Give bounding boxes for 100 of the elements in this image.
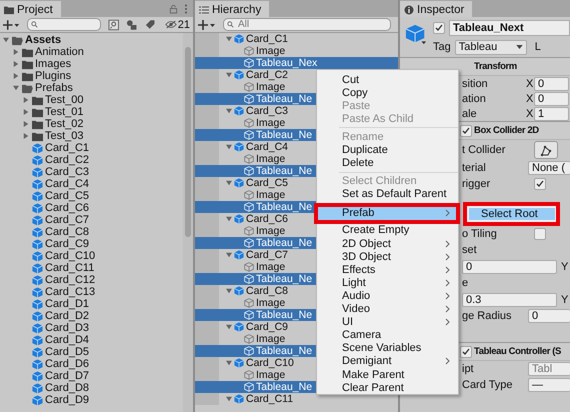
- cube-icon: [32, 382, 43, 394]
- expanded-arrow-icon[interactable]: [226, 360, 232, 366]
- project-item[interactable]: Animation: [0, 46, 183, 58]
- menu-item[interactable]: 3D Object: [317, 250, 458, 264]
- checkbox[interactable]: [534, 178, 546, 190]
- project-item[interactable]: Card_C8: [0, 226, 183, 238]
- collapsed-arrow-icon[interactable]: [13, 49, 19, 55]
- number-field[interactable]: 1: [534, 106, 569, 120]
- collapsed-arrow-icon[interactable]: [23, 121, 29, 127]
- expanded-arrow-icon[interactable]: [226, 216, 232, 222]
- search-field[interactable]: All: [223, 18, 391, 31]
- number-field[interactable]: 0: [534, 92, 569, 106]
- component-checkbox[interactable]: [460, 124, 472, 136]
- project-item[interactable]: Card_D8: [0, 382, 183, 394]
- expanded-arrow-icon[interactable]: [13, 85, 19, 91]
- value-field[interactable]: —: [528, 378, 570, 392]
- add-dropdown-icon[interactable]: [3, 20, 20, 30]
- scrollbar-thumb[interactable]: [185, 47, 191, 237]
- project-item[interactable]: Plugins: [0, 70, 183, 82]
- project-item[interactable]: Card_C7: [0, 214, 183, 226]
- project-item[interactable]: Card_C5: [0, 190, 183, 202]
- edit-collider-button[interactable]: [534, 141, 558, 159]
- number-field[interactable]: 0.3: [462, 292, 557, 306]
- project-item[interactable]: Card_C11: [0, 262, 183, 274]
- inspector-tab[interactable]: Inspector: [400, 1, 472, 17]
- hierarchy-item[interactable]: Card_C1: [195, 33, 398, 45]
- menu-item[interactable]: Set as Default Parent: [317, 188, 458, 201]
- project-item[interactable]: Test_02: [0, 118, 183, 130]
- active-checkbox[interactable]: [433, 22, 445, 34]
- search-field[interactable]: [27, 18, 101, 31]
- expanded-arrow-icon[interactable]: [226, 180, 232, 186]
- cube-icon: [32, 358, 43, 370]
- project-item[interactable]: Card_C9: [0, 238, 183, 250]
- project-item[interactable]: Card_C10: [0, 250, 183, 262]
- project-item[interactable]: Card_C2: [0, 154, 183, 166]
- expanded-arrow-icon[interactable]: [226, 36, 232, 42]
- checkbox[interactable]: [534, 228, 546, 240]
- menu-item[interactable]: Camera: [317, 328, 458, 342]
- project-item[interactable]: Card_C4: [0, 178, 183, 190]
- hierarchy-item[interactable]: Card_C11: [195, 393, 398, 405]
- menu-item[interactable]: Make Parent: [317, 368, 458, 382]
- cube-icon: [32, 394, 43, 406]
- value-field[interactable]: None (: [528, 161, 570, 175]
- project-item[interactable]: Card_D2: [0, 310, 183, 322]
- collapsed-arrow-icon[interactable]: [13, 73, 19, 79]
- project-item[interactable]: Test_00: [0, 94, 183, 106]
- menu-item[interactable]: Duplicate: [317, 143, 458, 157]
- cube-icon: [32, 334, 43, 346]
- folder-icon: [32, 130, 43, 142]
- cube-icon[interactable]: [405, 23, 427, 45]
- number-field[interactable]: 0: [462, 260, 557, 274]
- project-item[interactable]: Card_C1: [0, 142, 183, 154]
- search-window-icon[interactable]: [108, 18, 119, 30]
- expanded-arrow-icon[interactable]: [226, 252, 232, 258]
- name-field[interactable]: Tableau_Next: [449, 20, 570, 36]
- menu-item[interactable]: Create Empty: [317, 224, 458, 238]
- expanded-arrow-icon[interactable]: [226, 144, 232, 150]
- expanded-arrow-icon[interactable]: [226, 108, 232, 114]
- more-options-icon[interactable]: [184, 4, 188, 14]
- project-item[interactable]: Card_C3: [0, 166, 183, 178]
- project-item[interactable]: Card_D6: [0, 358, 183, 370]
- tag-dropdown[interactable]: Tableau: [454, 40, 527, 54]
- project-item[interactable]: Card_D4: [0, 334, 183, 346]
- project-item[interactable]: Card_D5: [0, 346, 183, 358]
- project-item[interactable]: Card_D3: [0, 322, 183, 334]
- cube-icon: [234, 106, 244, 116]
- collapsed-arrow-icon[interactable]: [23, 109, 29, 115]
- collapsed-arrow-icon[interactable]: [13, 61, 19, 67]
- hierarchy-item[interactable]: Image: [195, 45, 398, 57]
- project-item[interactable]: Test_01: [0, 106, 183, 118]
- collapsed-arrow-icon[interactable]: [23, 97, 29, 103]
- project-item[interactable]: Assets: [0, 34, 183, 46]
- expanded-arrow-icon[interactable]: [226, 396, 232, 402]
- shapes-icon[interactable]: [126, 18, 138, 30]
- project-item[interactable]: Prefabs: [0, 82, 183, 94]
- lock-icon[interactable]: [169, 4, 178, 14]
- project-item[interactable]: Card_D7: [0, 370, 183, 382]
- project-item[interactable]: Card_C13: [0, 286, 183, 298]
- project-item[interactable]: Card_D9: [0, 394, 183, 406]
- menu-item[interactable]: Select Root: [469, 208, 555, 220]
- hidden-count[interactable]: 21: [164, 18, 190, 30]
- expanded-arrow-icon[interactable]: [3, 37, 9, 43]
- project-item[interactable]: Card_C6: [0, 202, 183, 214]
- hierarchy-tab[interactable]: Hierarchy: [195, 1, 270, 17]
- add-dropdown-icon[interactable]: [198, 20, 216, 30]
- component-checkbox[interactable]: [460, 346, 472, 358]
- project-item[interactable]: Card_D1: [0, 298, 183, 310]
- value-field[interactable]: 0: [528, 309, 570, 323]
- expanded-arrow-icon[interactable]: [226, 288, 232, 294]
- expanded-arrow-icon[interactable]: [226, 72, 232, 78]
- menu-item[interactable]: Audio: [317, 289, 458, 302]
- project-tab[interactable]: Project: [0, 1, 61, 17]
- menu-item[interactable]: Cut: [317, 73, 458, 86]
- number-field[interactable]: 0: [534, 76, 569, 90]
- expanded-arrow-icon[interactable]: [226, 324, 232, 330]
- project-item[interactable]: Card_C12: [0, 274, 183, 286]
- project-item[interactable]: Test_03: [0, 130, 183, 142]
- collapsed-arrow-icon[interactable]: [23, 133, 29, 139]
- project-item[interactable]: Images: [0, 58, 183, 70]
- menu-item[interactable]: Prefab: [317, 206, 458, 220]
